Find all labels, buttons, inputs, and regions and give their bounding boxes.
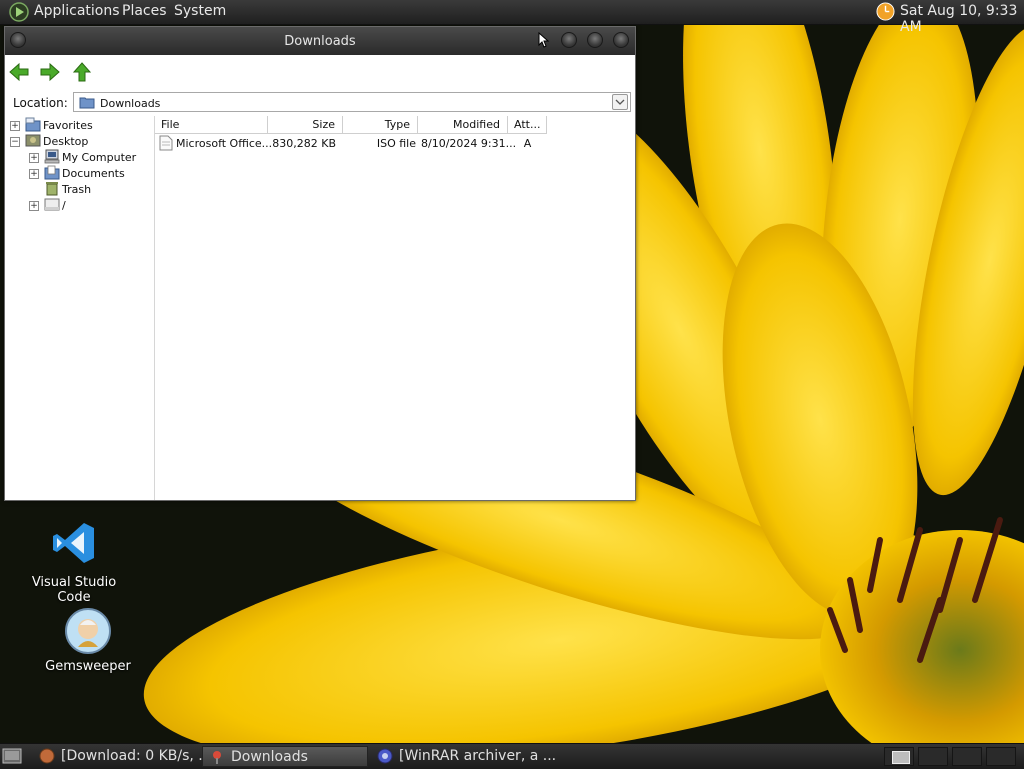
drive-icon xyxy=(44,198,60,211)
places-menu[interactable]: Places xyxy=(122,3,167,19)
desktop-icon-label: Visual Studio Code xyxy=(31,575,117,605)
tree-item-label: My Computer xyxy=(62,151,137,164)
folder-tree: + Favorites − Desktop + My Computer + Do… xyxy=(5,116,155,500)
maximize-button[interactable] xyxy=(587,32,603,48)
task-label: [WinRAR archiver, a ... xyxy=(399,748,557,764)
expand-icon[interactable]: + xyxy=(10,121,20,131)
tree-item-desktop[interactable]: − Desktop xyxy=(10,133,150,149)
column-header-attributes[interactable]: Att... xyxy=(508,116,547,134)
show-desktop-icon[interactable] xyxy=(2,747,22,765)
column-header-type[interactable]: Type xyxy=(343,116,418,134)
minimize-button[interactable] xyxy=(561,32,577,48)
tree-item-label: Desktop xyxy=(43,135,89,148)
applications-menu[interactable]: Applications xyxy=(34,3,120,19)
tree-item-label: Favorites xyxy=(43,119,93,132)
back-arrow-icon[interactable] xyxy=(8,61,30,83)
tree-item-root[interactable]: + / xyxy=(29,197,153,213)
location-value: Downloads xyxy=(100,97,161,110)
top-panel: Applications Places System Sat Aug 10, 9… xyxy=(0,0,1024,35)
file-icon xyxy=(159,135,173,151)
applications-menu-icon[interactable] xyxy=(9,2,29,22)
file-size: 830,282 KB xyxy=(272,137,336,150)
workspace-1[interactable] xyxy=(884,747,914,766)
workspace-2[interactable] xyxy=(918,747,948,766)
task-label: [Download: 0 KB/s, ... xyxy=(61,748,212,764)
tree-item-trash[interactable]: Trash xyxy=(29,181,153,197)
desktop-icon-gemsweeper[interactable]: Gemsweeper xyxy=(28,607,148,674)
navigation-toolbar xyxy=(5,56,635,88)
workspace-3[interactable] xyxy=(952,747,982,766)
file-modified: 8/10/2024 9:31... xyxy=(421,137,517,150)
expand-icon[interactable]: + xyxy=(29,169,39,179)
vscode-icon xyxy=(53,523,94,563)
favorites-folder-icon xyxy=(25,117,41,132)
task-winrar[interactable]: [WinRAR archiver, a ... xyxy=(371,746,556,767)
task-downloads[interactable]: Downloads xyxy=(202,746,368,767)
expand-icon[interactable]: + xyxy=(29,201,39,211)
task-label: Downloads xyxy=(231,749,308,765)
downloads-window: Downloads Location: Downloads + Favorite… xyxy=(4,26,636,501)
taskbar: [Download: 0 KB/s, ... Downloads [WinRAR… xyxy=(0,743,1024,769)
file-type: ISO file xyxy=(376,137,416,150)
file-attributes: A xyxy=(523,137,532,150)
desktop-icon-visual-studio-code[interactable]: Visual Studio Code xyxy=(14,520,134,605)
forward-arrow-icon[interactable] xyxy=(39,61,61,83)
task-download[interactable]: [Download: 0 KB/s, ... xyxy=(33,746,212,767)
location-combobox[interactable]: Downloads xyxy=(73,92,631,112)
location-bar: Location: Downloads xyxy=(5,91,635,115)
mouse-cursor-icon xyxy=(538,32,550,48)
up-arrow-icon[interactable] xyxy=(71,61,93,83)
file-row[interactable]: Microsoft Office... 830,282 KB ISO file … xyxy=(155,135,635,151)
window-titlebar[interactable]: Downloads xyxy=(5,27,635,55)
trash-icon xyxy=(46,182,58,196)
folder-icon xyxy=(79,97,95,109)
chevron-down-icon xyxy=(615,99,625,105)
column-header-modified[interactable]: Modified xyxy=(418,116,508,134)
desktop-icon xyxy=(25,134,41,147)
close-button[interactable] xyxy=(613,32,629,48)
location-label: Location: xyxy=(13,96,68,110)
workspace-4[interactable] xyxy=(986,747,1016,766)
clock[interactable]: Sat Aug 10, 9:33 AM xyxy=(900,3,1024,35)
tree-item-label: Trash xyxy=(62,183,92,196)
tree-item-documents[interactable]: + Documents xyxy=(29,165,153,181)
clock-icon xyxy=(876,2,895,21)
tree-item-my-computer[interactable]: + My Computer xyxy=(29,149,153,165)
column-header-file[interactable]: File xyxy=(155,116,268,134)
tree-item-favorites[interactable]: + Favorites xyxy=(10,117,150,133)
expand-icon[interactable]: + xyxy=(29,153,39,163)
documents-folder-icon xyxy=(44,165,60,180)
collapse-icon[interactable]: − xyxy=(10,137,20,147)
system-menu[interactable]: System xyxy=(174,3,226,19)
downloads-task-icon xyxy=(213,751,221,764)
computer-icon xyxy=(44,149,60,164)
gemsweeper-icon xyxy=(65,608,111,654)
file-list-header: File Size Type Modified Att... xyxy=(155,116,635,134)
tree-item-label: Documents xyxy=(62,167,125,180)
column-header-size[interactable]: Size xyxy=(268,116,343,134)
download-task-icon xyxy=(39,748,55,764)
location-dropdown-button[interactable] xyxy=(612,94,628,110)
winrar-task-icon xyxy=(377,748,393,764)
file-list: File Size Type Modified Att... Microsoft… xyxy=(155,116,635,500)
tree-item-label: / xyxy=(62,199,66,212)
desktop-icon-label: Gemsweeper xyxy=(45,659,131,674)
file-name: Microsoft Office... xyxy=(176,137,273,150)
